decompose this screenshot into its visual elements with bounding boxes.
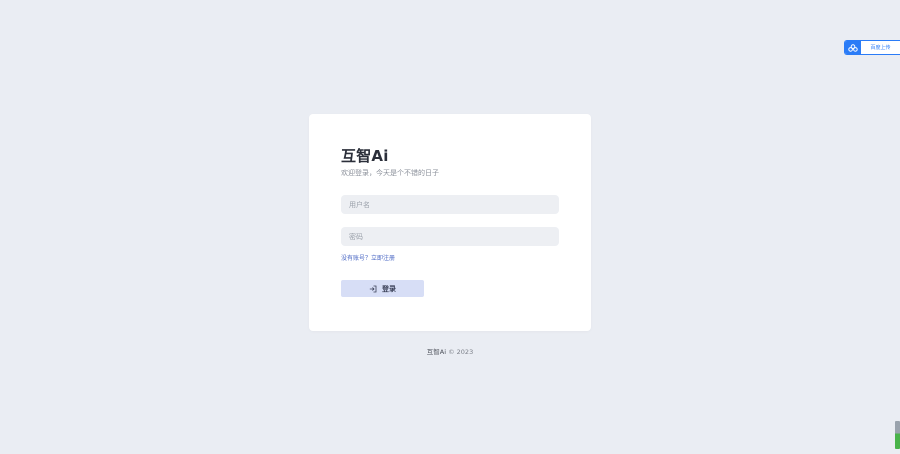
login-icon bbox=[369, 285, 377, 293]
footer-brand: 互智Ai bbox=[426, 348, 447, 356]
login-button[interactable]: 登录 bbox=[341, 280, 424, 297]
login-card: 互智Ai 欢迎登录，今天是个不错的日子 没有账号？立即注册 登录 bbox=[309, 114, 591, 331]
cloud-icon bbox=[845, 41, 861, 54]
login-page: 百度上传 互智Ai 欢迎登录，今天是个不错的日子 没有账号？立即注册 登录 互智… bbox=[0, 0, 900, 454]
upload-widget[interactable]: 百度上传 bbox=[844, 40, 900, 55]
upload-widget-label: 百度上传 bbox=[870, 45, 891, 51]
welcome-text: 欢迎登录，今天是个不错的日子 bbox=[341, 169, 439, 177]
register-link[interactable]: 没有账号？立即注册 bbox=[341, 253, 395, 262]
brand-title: 互智Ai bbox=[341, 147, 389, 165]
footer-copyright: © 2023 bbox=[446, 348, 474, 356]
password-input[interactable] bbox=[341, 227, 559, 246]
footer: 互智Ai © 2023 bbox=[0, 346, 900, 356]
scroll-indicator[interactable] bbox=[895, 421, 900, 449]
username-input[interactable] bbox=[341, 195, 559, 214]
login-button-label: 登录 bbox=[382, 284, 396, 293]
